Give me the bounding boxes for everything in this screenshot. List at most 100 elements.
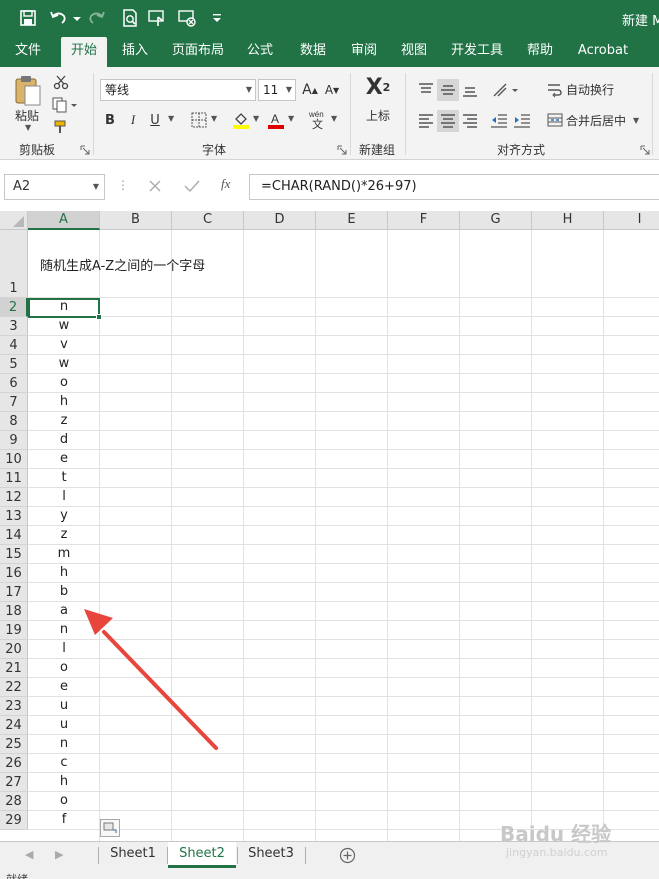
- borders-icon[interactable]: [189, 110, 209, 130]
- align-left-icon[interactable]: [415, 110, 437, 132]
- tab-view[interactable]: 视图: [392, 37, 436, 67]
- row-header-15[interactable]: 15: [0, 545, 28, 564]
- customize-qat-icon[interactable]: [206, 7, 221, 29]
- column-header-i[interactable]: I: [604, 211, 659, 230]
- font-launcher-icon[interactable]: [337, 145, 347, 155]
- cell-a6[interactable]: o: [28, 374, 100, 393]
- scroll-left-icon[interactable]: ◀: [25, 848, 33, 861]
- tab-home[interactable]: 开始: [61, 37, 107, 67]
- formula-input[interactable]: =CHAR(RAND()*26+97): [249, 174, 659, 200]
- sheet-tab-sheet1[interactable]: Sheet1: [100, 842, 166, 868]
- fill-color-icon[interactable]: [231, 110, 251, 130]
- paste-label[interactable]: 粘贴: [15, 107, 39, 124]
- clipboard-launcher-icon[interactable]: [80, 145, 90, 155]
- row-header-24[interactable]: 24: [0, 716, 28, 735]
- underline-dropdown-icon[interactable]: ▼: [168, 114, 174, 123]
- row-header-21[interactable]: 21: [0, 659, 28, 678]
- column-header-f[interactable]: F: [388, 211, 460, 230]
- align-bottom-icon[interactable]: [459, 79, 481, 101]
- increase-font-icon[interactable]: A ▲: [301, 79, 319, 101]
- cell-a25[interactable]: n: [28, 735, 100, 754]
- tab-review[interactable]: 审阅: [342, 37, 386, 67]
- row-header-28[interactable]: 28: [0, 792, 28, 811]
- row-header-29[interactable]: 29: [0, 811, 28, 830]
- add-sheet-icon[interactable]: [339, 847, 356, 864]
- sheet-tab-sheet2[interactable]: Sheet2: [168, 842, 236, 868]
- row-header-26[interactable]: 26: [0, 754, 28, 773]
- superscript-icon[interactable]: X2: [362, 73, 394, 101]
- font-size-select[interactable]: 11 ▼: [258, 79, 296, 101]
- row-header-12[interactable]: 12: [0, 488, 28, 507]
- merge-center-button[interactable]: 合并后居中: [566, 112, 626, 129]
- clear-format-icon[interactable]: [176, 7, 198, 29]
- touch-mode-icon[interactable]: [146, 7, 168, 29]
- column-header-c[interactable]: C: [172, 211, 244, 230]
- enter-check-icon[interactable]: [184, 179, 200, 193]
- row-header-7[interactable]: 7: [0, 393, 28, 412]
- scroll-right-icon[interactable]: ▶: [55, 848, 63, 861]
- cell-a7[interactable]: h: [28, 393, 100, 412]
- tab-data[interactable]: 数据: [291, 37, 335, 67]
- row-header-23[interactable]: 23: [0, 697, 28, 716]
- row-header-1[interactable]: 1: [0, 230, 28, 298]
- row-header-16[interactable]: 16: [0, 564, 28, 583]
- cell-a10[interactable]: e: [28, 450, 100, 469]
- row-header-27[interactable]: 27: [0, 773, 28, 792]
- font-color-icon[interactable]: A: [266, 110, 286, 130]
- fill-color-dropdown-icon[interactable]: ▼: [253, 114, 259, 123]
- cell-a23[interactable]: u: [28, 697, 100, 716]
- row-header-6[interactable]: 6: [0, 374, 28, 393]
- save-icon[interactable]: [17, 7, 39, 29]
- row-header-22[interactable]: 22: [0, 678, 28, 697]
- merge-dropdown-icon[interactable]: ▼: [633, 116, 639, 125]
- row-header-14[interactable]: 14: [0, 526, 28, 545]
- borders-dropdown-icon[interactable]: ▼: [211, 114, 217, 123]
- column-header-b[interactable]: B: [100, 211, 172, 230]
- print-preview-icon[interactable]: [119, 7, 141, 29]
- merge-center-icon[interactable]: [545, 110, 565, 130]
- wrap-text-icon[interactable]: [545, 80, 565, 100]
- bold-button[interactable]: B: [101, 110, 119, 130]
- font-color-dropdown-icon[interactable]: ▼: [288, 114, 294, 123]
- cell-a27[interactable]: h: [28, 773, 100, 792]
- undo-dropdown-icon[interactable]: [66, 7, 81, 29]
- orientation-icon[interactable]: [490, 79, 524, 101]
- row-header-20[interactable]: 20: [0, 640, 28, 659]
- cell-a3[interactable]: w: [28, 317, 100, 336]
- row-header-19[interactable]: 19: [0, 621, 28, 640]
- tab-file[interactable]: 文件: [6, 37, 50, 67]
- align-right-icon[interactable]: [459, 110, 481, 132]
- row-header-11[interactable]: 11: [0, 469, 28, 488]
- row-header-17[interactable]: 17: [0, 583, 28, 602]
- cell-a16[interactable]: h: [28, 564, 100, 583]
- row-header-10[interactable]: 10: [0, 450, 28, 469]
- cell-a12[interactable]: l: [28, 488, 100, 507]
- superscript-label[interactable]: 上标: [366, 107, 390, 124]
- row-header-5[interactable]: 5: [0, 355, 28, 374]
- cut-icon[interactable]: [52, 73, 70, 91]
- increase-indent-icon[interactable]: [511, 110, 533, 132]
- cell-a8[interactable]: z: [28, 412, 100, 431]
- cell-a24[interactable]: u: [28, 716, 100, 735]
- align-center-icon[interactable]: [437, 110, 459, 132]
- tab-insert[interactable]: 插入: [113, 37, 157, 67]
- select-all-corner[interactable]: [0, 211, 28, 230]
- row-header-25[interactable]: 25: [0, 735, 28, 754]
- column-header-a[interactable]: A: [28, 211, 100, 230]
- cell-a1[interactable]: 随机生成A-Z之间的一个字母: [40, 255, 205, 274]
- column-header-e[interactable]: E: [316, 211, 388, 230]
- decrease-indent-icon[interactable]: [488, 110, 510, 132]
- format-painter-icon[interactable]: [52, 118, 70, 136]
- alignment-launcher-icon[interactable]: [640, 145, 650, 155]
- cancel-icon[interactable]: [148, 179, 162, 193]
- decrease-font-icon[interactable]: A ▼: [323, 79, 341, 101]
- cell-a18[interactable]: a: [28, 602, 100, 621]
- cell-a19[interactable]: n: [28, 621, 100, 640]
- row-header-3[interactable]: 3: [0, 317, 28, 336]
- cell-a5[interactable]: w: [28, 355, 100, 374]
- row-header-4[interactable]: 4: [0, 336, 28, 355]
- cell-a14[interactable]: z: [28, 526, 100, 545]
- cell-a13[interactable]: y: [28, 507, 100, 526]
- phonetic-guide-icon[interactable]: wén 文: [307, 108, 329, 132]
- cell-a11[interactable]: t: [28, 469, 100, 488]
